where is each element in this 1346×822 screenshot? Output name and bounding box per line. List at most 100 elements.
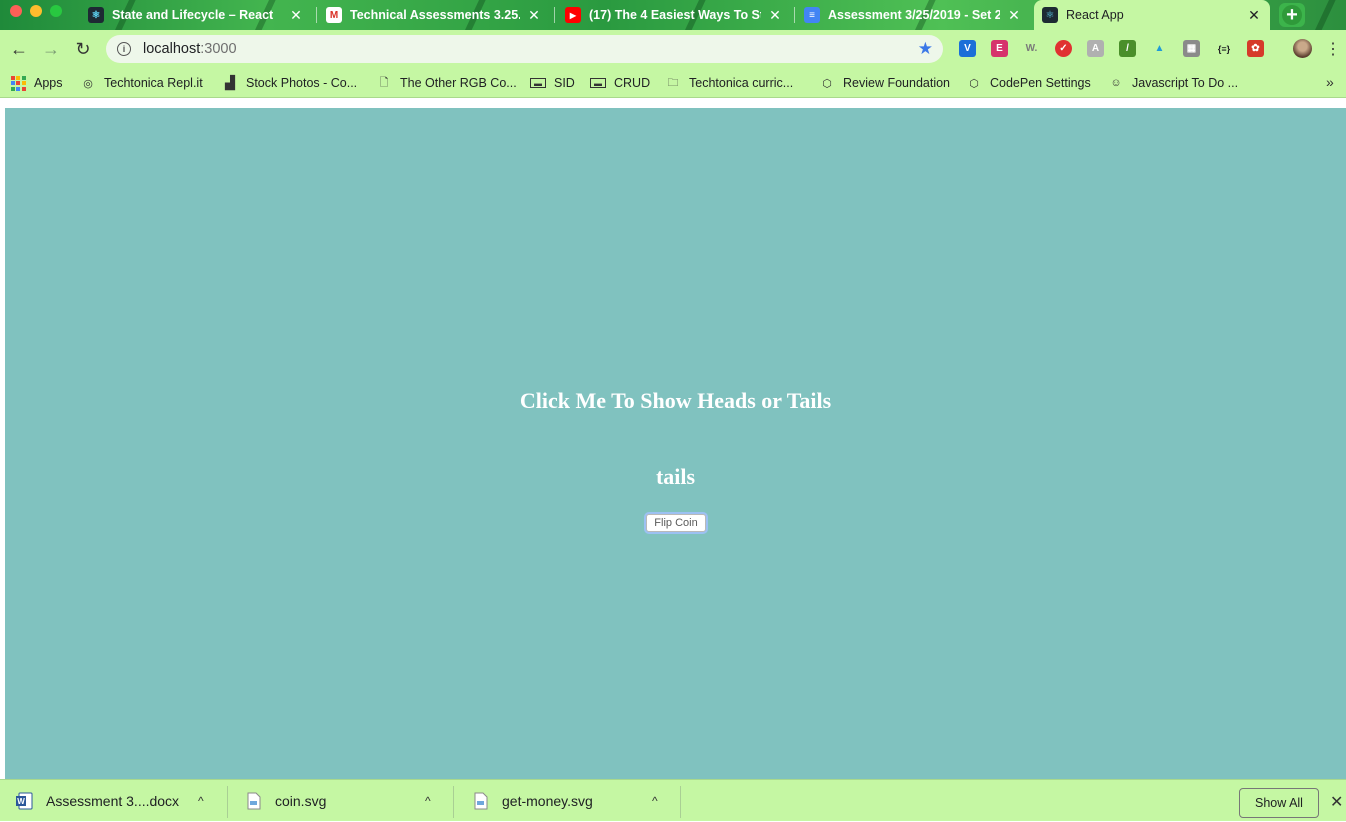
codepen-icon: ⬡ <box>969 77 979 90</box>
bookmark-label: Apps <box>34 76 63 90</box>
red-extension-icon[interactable]: ✿ <box>1247 40 1264 57</box>
url-text[interactable]: localhost:3000 <box>143 41 237 57</box>
reload-button[interactable]: ↻ <box>72 38 94 60</box>
download-filename: Assessment 3....docx <box>46 793 180 809</box>
tab-title: (17) The 4 Easiest Ways To Sta <box>589 8 761 22</box>
chevron-up-icon[interactable]: ^ <box>425 794 431 808</box>
browser-menu-icon[interactable]: ⋮ <box>1325 39 1341 59</box>
window-zoom-button[interactable] <box>50 5 62 17</box>
download-shelf: W Assessment 3....docx ^ coin.svg ^ get-… <box>0 779 1346 821</box>
tab-divider <box>316 7 317 23</box>
gray-extension-icon[interactable]: A <box>1087 40 1104 57</box>
download-divider <box>227 786 228 818</box>
flip-coin-button[interactable]: Flip Coin <box>646 514 706 532</box>
tab-close-icon[interactable]: ✕ <box>767 7 783 24</box>
bookmark-label: Techtonica curric... <box>689 76 794 90</box>
download-item-assessment-docx[interactable]: W Assessment 3....docx ^ <box>16 780 216 822</box>
bookmark-codepen-settings[interactable]: ⬡ CodePen Settings <box>966 73 1091 93</box>
site-badge-icon: ▬ <box>590 78 606 88</box>
tab-state-and-lifecycle[interactable]: ⚛ State and Lifecycle – React ✕ <box>80 0 312 30</box>
bookmark-techtonica-curriculum[interactable]: 🗀 Techtonica curric... <box>665 73 794 93</box>
bookmark-crud[interactable]: ▬ CRUD <box>590 73 650 93</box>
window-minimize-button[interactable] <box>30 5 42 17</box>
tab-title: Technical Assessments 3.25.19 <box>350 8 520 22</box>
bookmark-label: CodePen Settings <box>990 76 1091 90</box>
bookmark-sid[interactable]: ▬ SID <box>530 73 575 93</box>
unsplash-icon: ▟ <box>225 75 235 90</box>
bookmark-stock-photos[interactable]: ▟ Stock Photos - Co... <box>222 73 357 93</box>
bookmark-javascript-todo[interactable]: ☺ Javascript To Do ... <box>1108 73 1238 93</box>
chevron-up-icon[interactable]: ^ <box>652 794 658 808</box>
tab-assessment-doc[interactable]: ≡ Assessment 3/25/2019 - Set 2 ✕ <box>796 0 1030 30</box>
document-icon: 🗋 <box>379 76 389 89</box>
react-icon: ⚛ <box>88 7 104 23</box>
bookmark-label: SID <box>554 76 575 90</box>
eyedropper-icon[interactable]: / <box>1119 40 1136 57</box>
bookmark-label: Stock Photos - Co... <box>246 76 358 90</box>
w-extension-icon[interactable]: W. <box>1023 40 1040 57</box>
window-close-button[interactable] <box>10 5 22 17</box>
bookmarks-bar: Apps ◎ Techtonica Repl.it ▟ Stock Photos… <box>0 68 1346 98</box>
bookmark-star-icon[interactable]: ★ <box>918 39 933 59</box>
plus-icon: + <box>1282 5 1302 25</box>
chevron-up-icon[interactable]: ^ <box>198 794 204 808</box>
youtube-icon: ▶ <box>565 7 581 23</box>
tab-close-icon[interactable]: ✕ <box>526 7 542 24</box>
tab-react-app[interactable]: ⚛ React App ✕ <box>1034 0 1270 30</box>
download-divider <box>680 786 681 818</box>
tab-technical-assessments[interactable]: M Technical Assessments 3.25.19 ✕ <box>318 0 550 30</box>
bookmark-label: Review Foundation <box>843 76 951 90</box>
back-button[interactable]: ← <box>8 38 30 60</box>
tab-strip: ⚛ State and Lifecycle – React ✕ M Techni… <box>0 0 1346 30</box>
svg-file-icon <box>245 791 263 811</box>
site-info-icon[interactable]: i <box>117 42 131 56</box>
url-port: :3000 <box>200 41 237 57</box>
download-divider <box>453 786 454 818</box>
tab-youtube-video[interactable]: ▶ (17) The 4 Easiest Ways To Sta ✕ <box>557 0 791 30</box>
url-host: localhost <box>143 41 201 57</box>
bookmark-label: Techtonica Repl.it <box>104 76 203 90</box>
codepen-icon: ⬡ <box>822 77 832 90</box>
apps-grid-icon <box>10 75 26 91</box>
address-bar[interactable]: i localhost:3000 ★ <box>106 35 943 63</box>
svg-text:W: W <box>17 797 25 806</box>
coin-result: tails <box>655 464 696 489</box>
coin-flip-app: Click Me To Show Heads or Tails tails Fl… <box>5 108 1346 779</box>
todoist-check-icon[interactable]: ✓ <box>1055 40 1072 57</box>
download-filename: get-money.svg <box>502 793 593 809</box>
tab-close-icon[interactable]: ✕ <box>288 7 304 24</box>
bookmark-label: CRUD <box>614 76 651 90</box>
new-tab-button[interactable]: + <box>1279 3 1305 27</box>
tab-title: Assessment 3/25/2019 - Set 2 <box>828 8 1000 22</box>
background-stripe <box>1307 0 1339 30</box>
v-extension-icon[interactable]: V <box>959 40 976 57</box>
profile-avatar[interactable] <box>1293 39 1312 58</box>
folder-icon: 🗀 <box>667 76 679 89</box>
download-filename: coin.svg <box>275 793 327 809</box>
forward-button[interactable]: → <box>40 38 62 60</box>
page-viewport: Click Me To Show Heads or Tails tails Fl… <box>0 99 1346 779</box>
show-all-downloads-button[interactable]: Show All <box>1239 788 1319 818</box>
google-docs-icon: ≡ <box>804 7 820 23</box>
tab-divider <box>554 7 555 23</box>
more-bookmarks-icon[interactable]: » <box>1326 74 1334 90</box>
app-heading: Click Me To Show Heads or Tails <box>519 388 832 413</box>
download-item-get-money-svg[interactable]: get-money.svg ^ <box>472 780 672 822</box>
bookmark-techtonica-replit[interactable]: ◎ Techtonica Repl.it <box>80 73 203 93</box>
tab-divider <box>794 7 795 23</box>
site-badge-icon: ▬ <box>530 78 546 88</box>
bookmark-other-rgb[interactable]: 🗋 The Other RGB Co... <box>376 73 517 93</box>
e-extension-icon[interactable]: E <box>991 40 1008 57</box>
gmail-icon: M <box>326 7 342 23</box>
replit-icon: ◎ <box>83 77 93 90</box>
tab-title: React App <box>1066 8 1124 22</box>
bookmark-apps[interactable]: Apps <box>10 73 63 93</box>
tab-close-icon[interactable]: ✕ <box>1246 7 1262 24</box>
pattern-extension-icon[interactable]: ▦ <box>1183 40 1200 57</box>
tab-close-icon[interactable]: ✕ <box>1006 7 1022 24</box>
close-shelf-icon[interactable]: ✕ <box>1330 792 1343 812</box>
triangle-extension-icon[interactable]: ▲ <box>1151 40 1168 57</box>
download-item-coin-svg[interactable]: coin.svg ^ <box>245 780 445 822</box>
bookmark-review-foundation[interactable]: ⬡ Review Foundation <box>819 73 950 93</box>
json-extension-icon[interactable]: {≡} <box>1213 40 1235 57</box>
